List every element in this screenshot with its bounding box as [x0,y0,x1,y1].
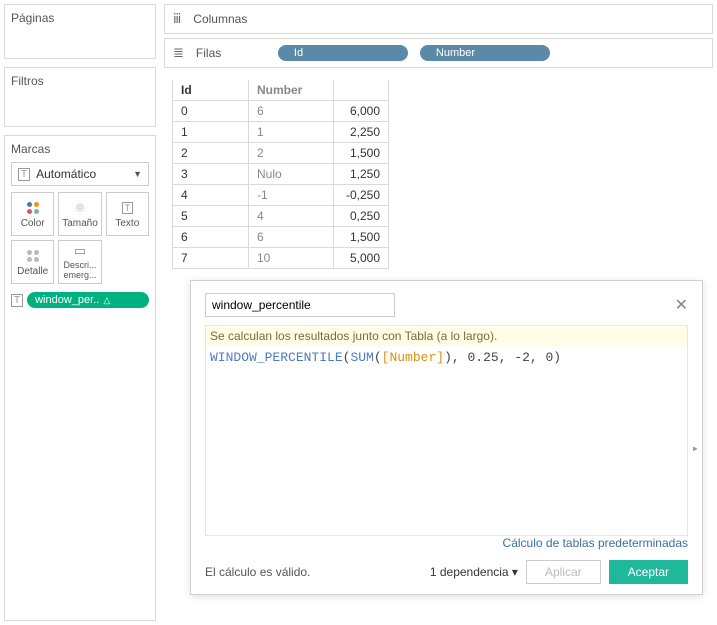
mark-type-label: Automático [36,167,96,181]
ok-button[interactable]: Aceptar [609,560,688,584]
color-icon [27,200,39,216]
calc-context-banner: Se calculan los resultados junto con Tab… [205,325,688,346]
default-table-calc-link[interactable]: Cálculo de tablas predeterminadas [205,536,688,550]
dependency-dropdown[interactable]: 1 dependencia ▾ [430,565,518,579]
table-row[interactable]: 661,500 [173,227,389,248]
marks-panel: Marcas T Automático ▼ Color ⌾ [4,135,156,621]
mark-type-select[interactable]: T Automático ▼ [11,162,149,186]
warning-icon: △ [103,295,110,306]
table-row[interactable]: 4-1-0,250 [173,185,389,206]
table-row[interactable]: 221,500 [173,143,389,164]
left-sidebar: Páginas Filtros Marcas T Automático ▼ [0,0,160,625]
columns-label: Columnas [193,12,263,26]
expand-icon[interactable]: ▸ [692,441,699,456]
filters-title: Filtros [11,74,149,88]
header-number[interactable]: Number [249,80,334,101]
table-row[interactable]: 066,000 [173,101,389,122]
color-button[interactable]: Color [11,192,54,236]
size-button[interactable]: ⌾ Tamaño [58,192,101,236]
columns-shelf[interactable]: ⅲ Columnas [164,4,713,34]
table-row[interactable]: 7105,000 [173,248,389,269]
tooltip-button[interactable]: ▭ Descri... emerg... [58,240,101,284]
pages-title: Páginas [11,11,149,25]
worksheet-area: ⅲ Columnas ≣ Filas Id Number Id Number 0… [160,0,717,625]
marks-title: Marcas [11,142,149,156]
close-icon[interactable]: ✕ [675,295,688,315]
tooltip-icon: ▭ [74,243,86,259]
text-type-icon: T [18,168,30,181]
calculation-editor: ✕ Se calculan los resultados junto con T… [190,280,703,595]
detail-icon [27,248,39,264]
rows-label: Filas [196,46,266,60]
header-value [334,80,389,101]
rows-shelf[interactable]: ≣ Filas Id Number [164,38,713,68]
calc-name-input[interactable] [205,293,395,317]
text-icon: T [122,200,134,216]
table-row[interactable]: 3Nulo1,250 [173,164,389,185]
size-icon: ⌾ [76,200,84,216]
pill-number[interactable]: Number [420,45,550,61]
pill-id[interactable]: Id [278,45,408,61]
formula-input[interactable]: WINDOW_PERCENTILE(SUM([Number]), 0.25, -… [205,346,688,536]
columns-icon: ⅲ [173,11,181,27]
header-id[interactable]: Id [173,80,249,101]
text-type-icon: T [11,294,23,307]
data-table-area: Id Number 066,000112,250221,5003Nulo1,25… [172,80,705,269]
table-row[interactable]: 540,250 [173,206,389,227]
table-row[interactable]: 112,250 [173,122,389,143]
detail-button[interactable]: Detalle [11,240,54,284]
filters-panel: Filtros [4,67,156,127]
pages-panel: Páginas [4,4,156,59]
data-table: Id Number 066,000112,250221,5003Nulo1,25… [172,80,389,269]
text-button[interactable]: T Texto [106,192,149,236]
rows-icon: ≣ [173,45,184,61]
chevron-down-icon: ▼ [133,169,142,179]
mark-pill-row: T window_per.. △ [11,292,149,308]
apply-button[interactable]: Aplicar [526,560,601,584]
mark-grid: Color ⌾ Tamaño T Texto [11,192,149,284]
valid-status: El cálculo es válido. [205,565,310,579]
calc-pill[interactable]: window_per.. △ [27,292,149,308]
